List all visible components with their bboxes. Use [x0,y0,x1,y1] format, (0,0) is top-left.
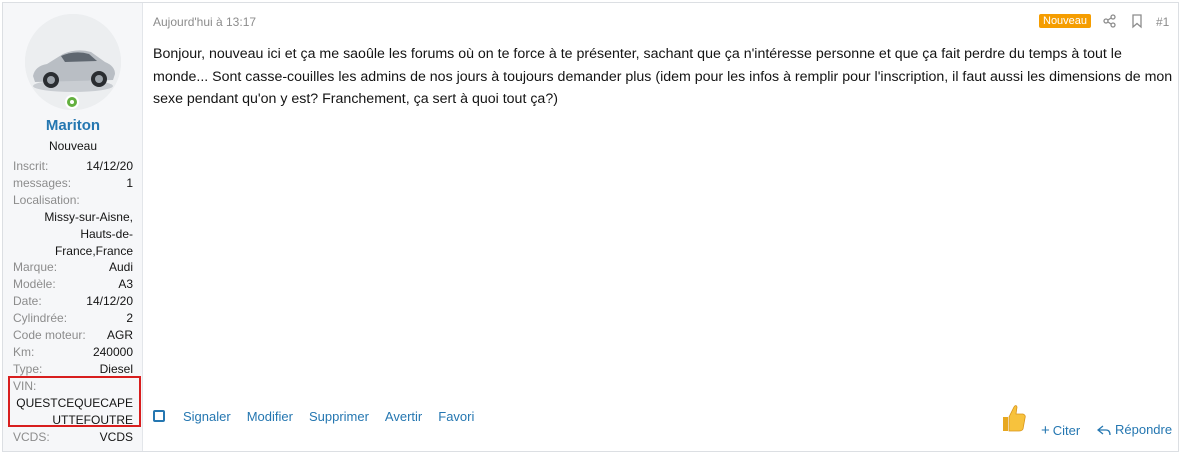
info-row-engine-code: Code moteur: AGR [13,327,133,344]
location-line[interactable]: France,France [13,243,133,260]
info-label: Localisation: [13,192,80,207]
edit-link[interactable]: Modifier [247,409,293,424]
info-row-km: Km: 240000 [13,344,133,361]
info-row-brand: Marque: Audi [13,259,133,276]
info-value: 2 [126,311,133,326]
info-row-messages: messages: 1 [13,175,133,192]
info-label: messages: [13,175,72,190]
info-value: Audi [108,260,133,275]
report-link[interactable]: Signaler [183,409,231,424]
info-label: Modèle: [13,277,56,292]
info-label: Code moteur: [13,328,86,343]
warn-link[interactable]: Avertir [385,409,422,424]
info-label: Date: [13,294,42,309]
info-row-location: Localisation: Missy-sur-Aisne, Hauts-de-… [13,192,133,260]
online-status-indicator [65,95,79,109]
info-value: 14/12/20 [86,294,133,309]
post-actions-bar: Signaler Modifier Supprimer Avertir Favo… [153,405,490,427]
quote-label: Citer [1052,423,1081,438]
info-value[interactable]: 1 [126,175,133,192]
share-icon[interactable] [1102,13,1118,29]
quote-button[interactable]: + Citer [1041,422,1080,439]
info-label: Cylindrée: [13,311,68,326]
message-post: Mariton Nouveau Inscrit: 14/12/20 messag… [2,2,1179,452]
info-value: AGR [106,328,133,343]
select-checkbox[interactable] [153,410,165,422]
plus-icon: + [1041,422,1050,439]
info-label: Km: [13,344,35,359]
info-value: 14/12/20 [86,159,133,173]
info-label: VCDS: [13,429,50,444]
user-info-pane: Mariton Nouveau Inscrit: 14/12/20 messag… [3,3,143,451]
username-link[interactable]: Mariton [3,117,143,134]
location-line[interactable]: Missy-sur-Aisne, [13,209,133,226]
user-title: Nouveau [48,139,98,153]
reply-arrow-icon [1097,424,1111,435]
vin-highlight-box [8,376,141,427]
reply-label: Répondre [1115,422,1173,437]
bookmark-icon[interactable] [1129,13,1145,29]
info-row-date: Date: 14/12/20 [13,293,133,310]
reply-button[interactable]: Répondre [1097,422,1172,437]
delete-link[interactable]: Supprimer [309,409,369,424]
info-label: Marque: [13,260,58,275]
info-row-displacement: Cylindrée: 2 [13,310,133,327]
info-row-vcds: VCDS: VCDS [13,429,133,446]
favorite-link[interactable]: Favori [438,409,474,424]
post-number-link[interactable]: #1 [1156,15,1169,29]
info-value: 240000 [92,344,133,359]
info-row-registered: Inscrit: 14/12/20 [13,158,133,175]
thumbs-up-icon[interactable] [1000,403,1026,433]
new-badge: Nouveau [1039,14,1092,28]
location-line[interactable]: Hauts-de- [13,226,133,243]
message-main: Aujourd'hui à 13:17 Nouveau #1 Bonjour, … [153,3,1178,451]
info-label: Inscrit: [13,159,49,173]
info-row-model: Modèle: A3 [13,276,133,293]
post-date-link[interactable]: Aujourd'hui à 13:17 [153,15,256,29]
info-value: VCDS [99,429,133,444]
post-body-text: Bonjour, nouveau ici et ça me saoûle les… [153,46,1173,107]
info-value: A3 [118,277,133,292]
